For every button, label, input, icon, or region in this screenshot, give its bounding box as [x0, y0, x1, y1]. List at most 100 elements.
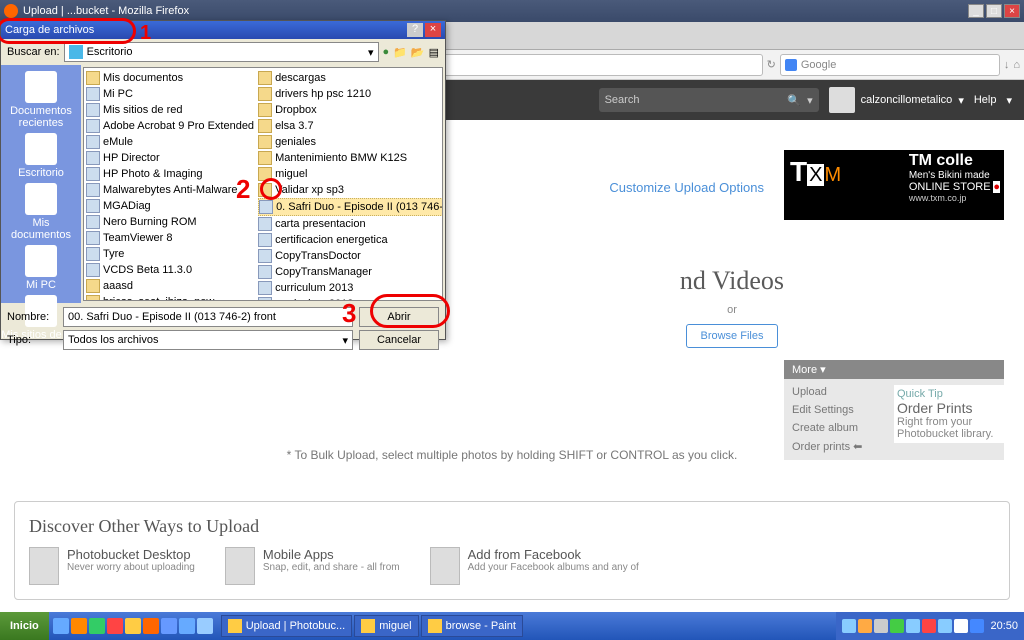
upload-heading: nd Videos	[680, 266, 784, 296]
taskbar: Inicio Upload | Photobuc...miguelbrowse …	[0, 612, 1024, 640]
sidebar-item[interactable]: Mis documentos	[1, 183, 81, 241]
minimize-button[interactable]: _	[968, 4, 984, 18]
or-label: or	[680, 304, 784, 316]
back-icon[interactable]: ●	[383, 46, 390, 58]
annotation-circle-1	[0, 18, 136, 44]
file-entry[interactable]: Mi PC	[86, 86, 254, 102]
file-entry[interactable]: Validar xp sp3	[258, 182, 443, 198]
home-icon[interactable]: ⌂	[1013, 59, 1020, 71]
sidebar-item[interactable]: Mi PC	[25, 245, 57, 291]
downloads-icon[interactable]: ↓	[1004, 59, 1010, 71]
file-entry[interactable]: certificacion energetica	[258, 232, 443, 248]
file-entry[interactable]: MGADiag	[86, 198, 254, 214]
taskbar-button[interactable]: browse - Paint	[421, 615, 523, 637]
chevron-down-icon: ▾	[958, 94, 964, 107]
file-entry[interactable]: aaasd	[86, 278, 254, 294]
view-icon[interactable]: ▤	[429, 46, 439, 59]
filetype-label: Tipo:	[7, 334, 57, 346]
file-entry[interactable]: drivers hp psc 1210	[258, 86, 443, 102]
file-entry[interactable]: bricos_seat_ibiza_new	[86, 294, 254, 301]
system-tray[interactable]: 20:50	[836, 612, 1024, 640]
file-entry[interactable]: CopyTransDoctor	[258, 248, 443, 264]
discover-item[interactable]: Photobucket DesktopNever worry about upl…	[29, 547, 195, 585]
clock: 20:50	[990, 620, 1018, 632]
tip-body: Right from your Photobucket library.	[897, 416, 1001, 440]
firefox-titlebar: Upload | ...bucket - Mozilla Firefox _ □…	[0, 0, 1024, 22]
window-title: Upload | ...bucket - Mozilla Firefox	[23, 5, 189, 17]
file-entry[interactable]: miguel	[258, 166, 443, 182]
cancel-button[interactable]: Cancelar	[359, 330, 439, 350]
file-entry[interactable]: elsa 3.7	[258, 118, 443, 134]
annotation-circle-3	[370, 294, 450, 328]
maximize-button[interactable]: □	[986, 4, 1002, 18]
close-button[interactable]: ×	[1004, 4, 1020, 18]
sidebar-item[interactable]: Escritorio	[18, 133, 64, 179]
advertisement[interactable]: TXM TM colle Men's Bikini made ONLINE ST…	[784, 150, 1004, 220]
chevron-down-icon: ▾	[342, 334, 348, 347]
discover-title: Discover Other Ways to Upload	[29, 516, 995, 537]
reload-icon[interactable]: ↻	[767, 58, 776, 71]
start-button[interactable]: Inicio	[0, 612, 49, 640]
ad-line1: TM colle	[909, 152, 1000, 170]
firefox-icon	[4, 4, 18, 18]
look-in-combo[interactable]: Escritorio ▾	[64, 42, 379, 62]
file-entry[interactable]: VCDS Beta 11.3.0	[86, 262, 254, 278]
discover-item[interactable]: Add from FacebookAdd your Facebook album…	[430, 547, 639, 585]
pb-search[interactable]: Search 🔍 ▾	[599, 88, 819, 112]
ad-line3: ONLINE STORE	[909, 181, 991, 193]
sidebar-item[interactable]: Documentos recientes	[1, 71, 81, 129]
file-entry[interactable]: carta presentacion	[258, 216, 443, 232]
ad-url: www.txm.co.jp	[909, 193, 1000, 203]
file-entry[interactable]: Tyre	[86, 246, 254, 262]
ad-line2: Men's Bikini made	[909, 170, 1000, 181]
file-entry[interactable]: Dropbox	[258, 102, 443, 118]
new-folder-icon[interactable]: 📂	[411, 46, 425, 59]
chevron-down-icon: ▾	[1006, 94, 1012, 107]
file-open-dialog: Carga de archivos ? × Buscar en: Escrito…	[0, 20, 446, 340]
chevron-down-icon[interactable]: ▾	[807, 94, 813, 107]
file-entry[interactable]: eMule	[86, 134, 254, 150]
google-icon	[785, 59, 797, 71]
customize-link[interactable]: Customize Upload Options	[609, 180, 764, 195]
up-icon[interactable]: 📁	[393, 46, 407, 59]
file-entry[interactable]: descargas	[258, 70, 443, 86]
file-entry[interactable]: HP Director	[86, 150, 254, 166]
file-entry[interactable]: 0. Safri Duo - Episode II (013 746-2) fr…	[258, 198, 443, 216]
file-entry[interactable]: HP Photo & Imaging	[86, 166, 254, 182]
file-entry[interactable]: Malwarebytes Anti-Malware	[86, 182, 254, 198]
chevron-down-icon: ▾	[368, 46, 374, 59]
file-entry[interactable]: CopyTransManager	[258, 264, 443, 280]
filename-input[interactable]	[63, 307, 353, 327]
file-entry[interactable]: Mantenimiento BMW K12S	[258, 150, 443, 166]
dialog-close-button[interactable]: ×	[425, 23, 441, 37]
search-placeholder: Google	[801, 59, 836, 71]
taskbar-apps: Upload | Photobuc...miguelbrowse - Paint	[217, 615, 837, 637]
browser-search[interactable]: Google	[780, 54, 1000, 76]
desktop-icon	[69, 45, 83, 59]
filename-label: Nombre:	[7, 311, 57, 323]
quick-launch[interactable]	[49, 618, 217, 634]
filetype-combo[interactable]: Todos los archivos▾	[63, 330, 353, 350]
browse-files-button[interactable]: Browse Files	[686, 324, 779, 348]
tip-label: Quick Tip	[897, 388, 1001, 400]
taskbar-button[interactable]: miguel	[354, 615, 418, 637]
avatar	[829, 87, 855, 113]
search-icon: 🔍	[787, 94, 801, 107]
taskbar-button[interactable]: Upload | Photobuc...	[221, 615, 352, 637]
file-entry[interactable]: Nero Burning ROM	[86, 214, 254, 230]
file-entry[interactable]: Mis documentos	[86, 70, 254, 86]
discover-item[interactable]: Mobile AppsSnap, edit, and share - all f…	[225, 547, 400, 585]
username: calzoncillometalico	[861, 94, 953, 106]
help-link[interactable]: Help	[974, 94, 997, 106]
look-in-value: Escritorio	[87, 46, 133, 58]
file-entry[interactable]: Mis sitios de red	[86, 102, 254, 118]
dialog-help-button[interactable]: ?	[407, 23, 423, 37]
file-entry[interactable]: Adobe Acrobat 9 Pro Extended	[86, 118, 254, 134]
tip-title: Order Prints	[897, 400, 1001, 416]
look-in-label: Buscar en:	[7, 46, 60, 58]
more-header[interactable]: More ▾	[784, 360, 1004, 379]
user-menu[interactable]: calzoncillometalico ▾	[829, 87, 964, 113]
discover-box: Discover Other Ways to Upload Photobucke…	[14, 501, 1010, 600]
file-entry[interactable]: geniales	[258, 134, 443, 150]
file-entry[interactable]: TeamViewer 8	[86, 230, 254, 246]
